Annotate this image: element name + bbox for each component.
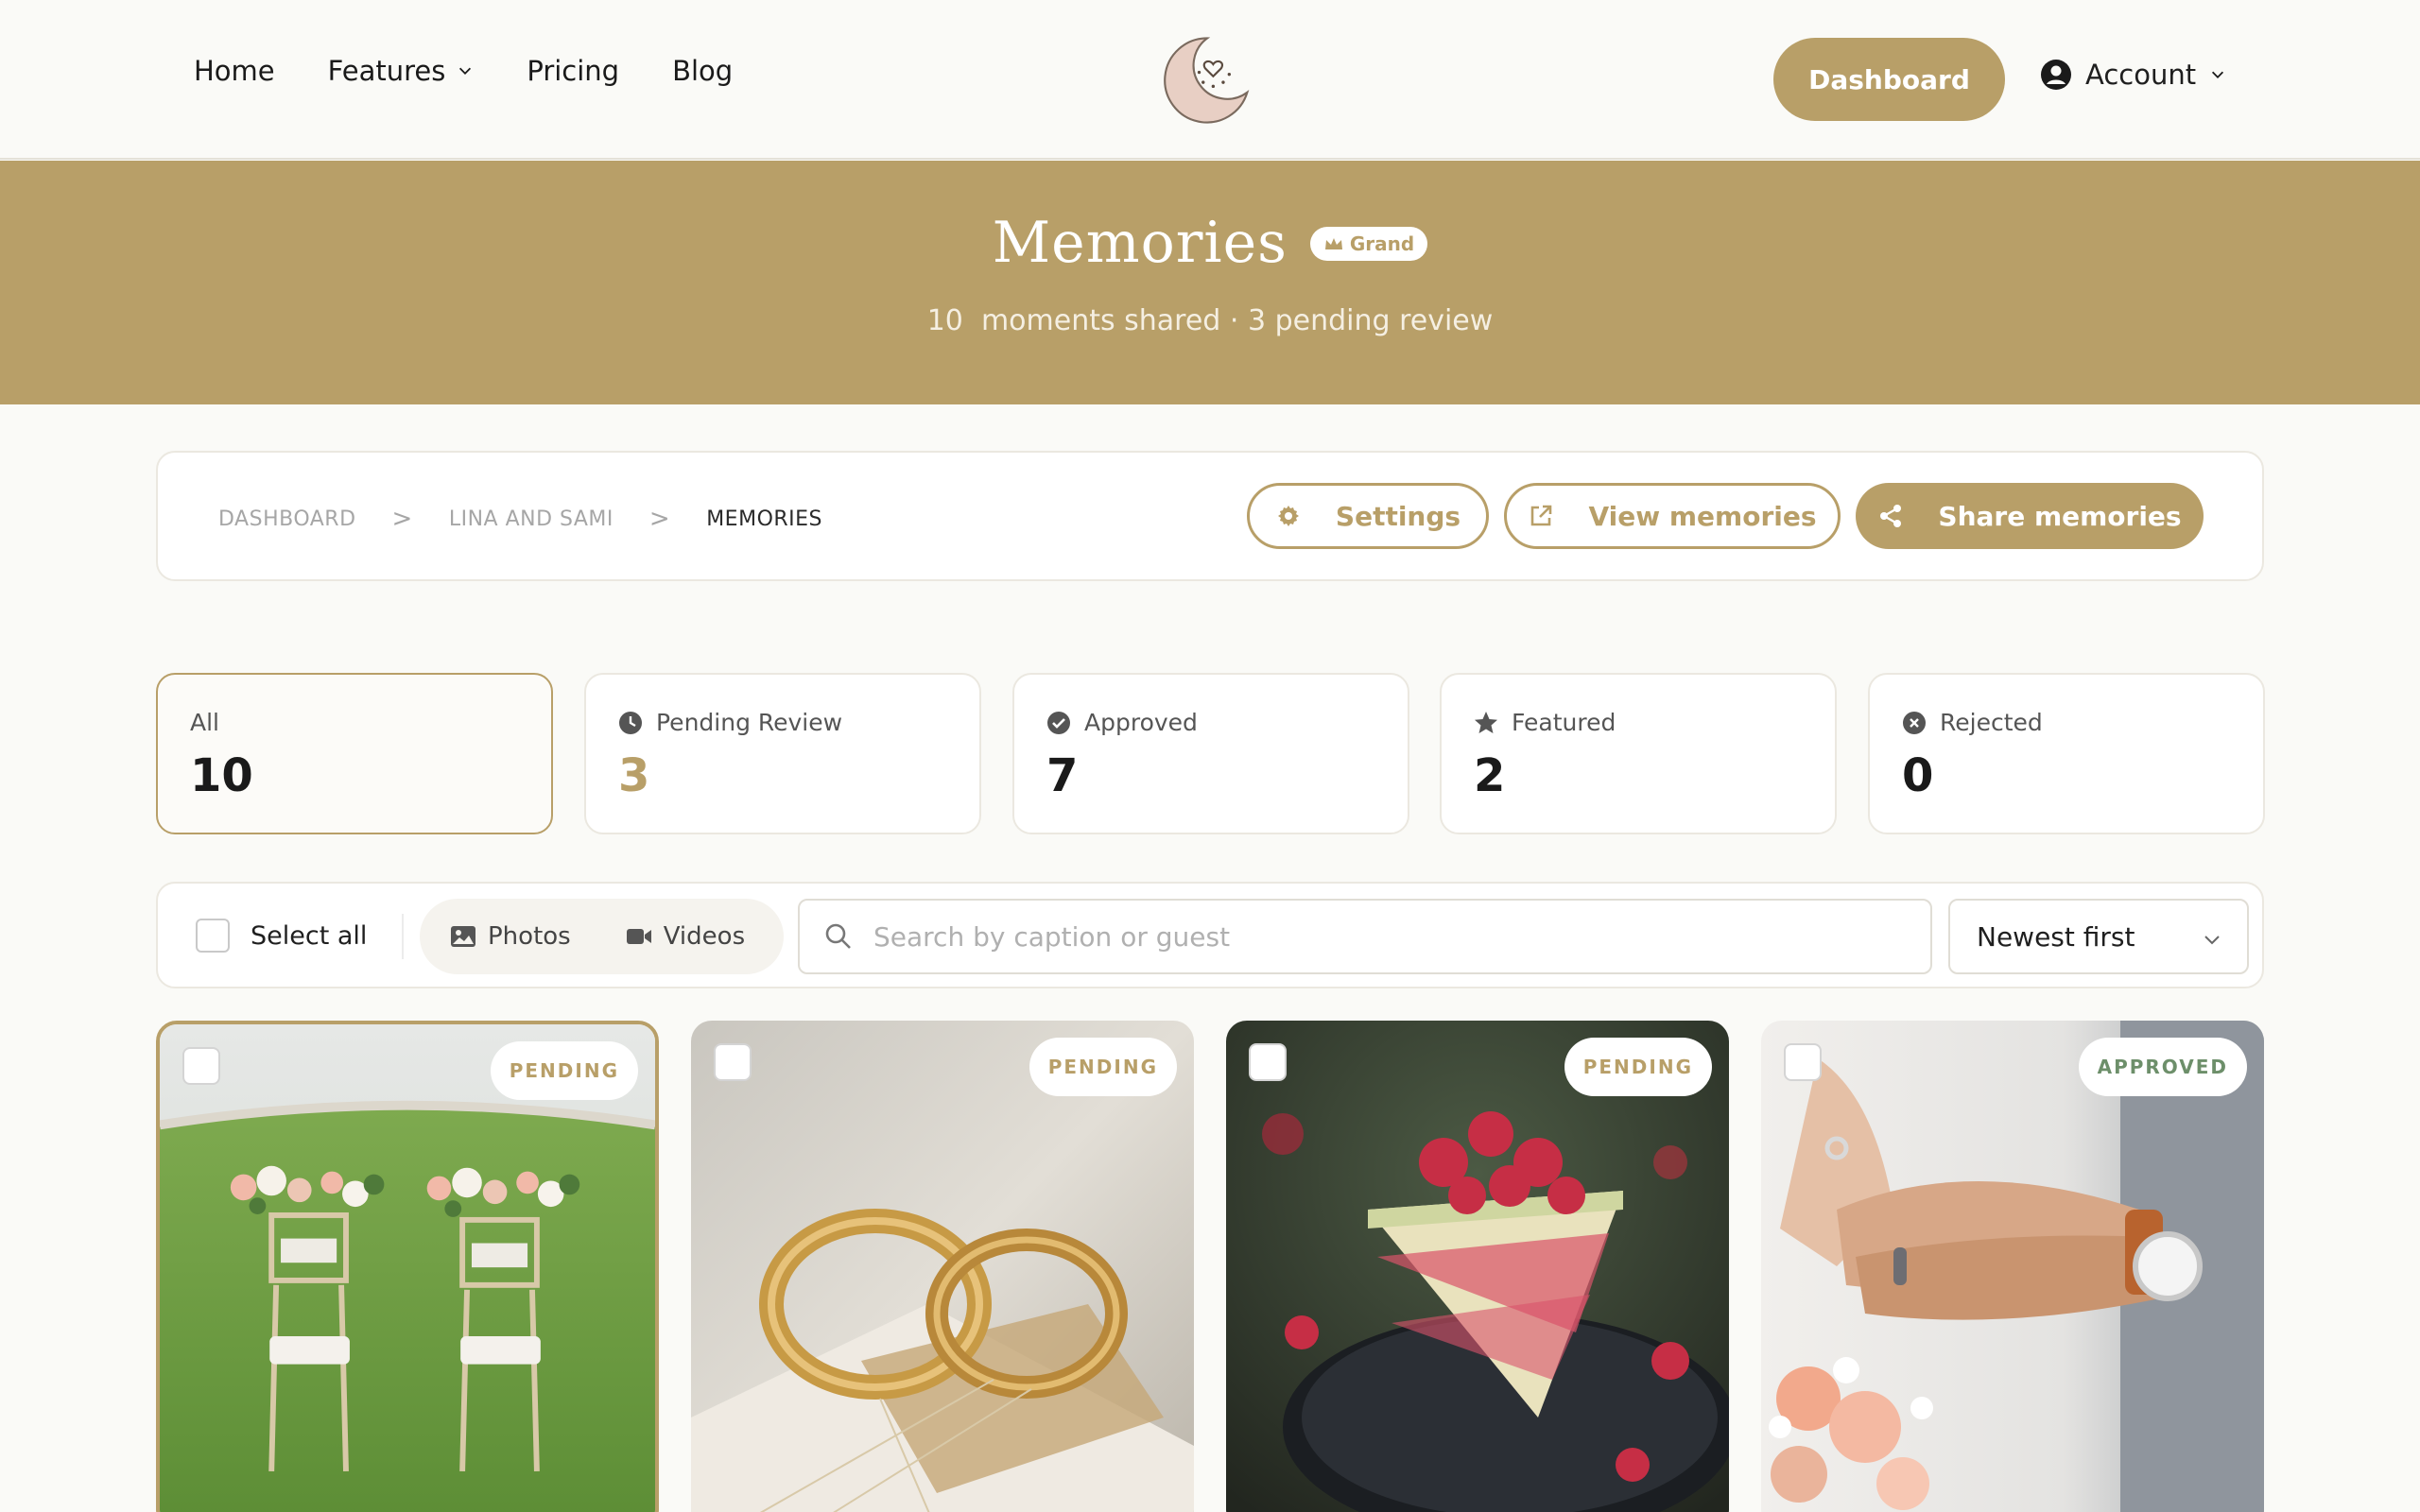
breadcrumb-separator: >: [648, 505, 671, 533]
filter-toolbar: Select all Photos Videos Newest first: [156, 882, 2264, 988]
chevron-down-icon: [459, 67, 472, 75]
filter-videos-label: Videos: [663, 922, 746, 951]
stat-label: Approved: [1084, 709, 1198, 736]
card-select-checkbox[interactable]: [1784, 1043, 1822, 1081]
stat-card-featured[interactable]: Featured 2: [1440, 673, 1837, 834]
stat-label-row: Rejected: [1902, 709, 2263, 736]
tier-badge: Grand: [1309, 227, 1428, 261]
share-memories-button[interactable]: Share memories: [1856, 483, 2204, 549]
breadcrumb-event[interactable]: LINA AND SAMI: [449, 507, 614, 531]
nav-pricing-link[interactable]: Pricing: [527, 55, 619, 87]
stat-label-row: Approved: [1046, 709, 1408, 736]
card-select-checkbox[interactable]: [1249, 1043, 1287, 1081]
nav-features-label: Features: [327, 55, 446, 87]
stat-value: 7: [1046, 749, 1079, 802]
stat-card-all[interactable]: All 10: [156, 673, 553, 834]
card-select-checkbox[interactable]: [714, 1043, 752, 1081]
chevron-down-icon: [2212, 71, 2224, 78]
share-icon: [1880, 505, 1902, 527]
clock-icon: [619, 711, 642, 734]
hero-title-row: Memories Grand: [0, 210, 2420, 276]
status-badge: PENDING: [1028, 1038, 1177, 1096]
breadcrumb-dashboard[interactable]: DASHBOARD: [218, 507, 356, 531]
moon-heart-logo-icon[interactable]: [1157, 30, 1257, 130]
top-navbar: Home Features Pricing Blog Dashboard Acc…: [0, 0, 2420, 160]
filter-photos[interactable]: Photos: [450, 922, 571, 951]
check-circle-icon: [1047, 711, 1070, 734]
breadcrumb-current: MEMORIES: [706, 507, 823, 531]
stat-card-rejected[interactable]: Rejected 0: [1868, 673, 2265, 834]
stat-label-row: Pending Review: [618, 709, 979, 736]
stat-label: Pending Review: [656, 709, 843, 736]
account-menu[interactable]: Account: [2040, 59, 2226, 91]
media-type-filter: Photos Videos: [420, 899, 784, 974]
hero-subtitle: 10 moments shared · 3 pending review: [926, 304, 1494, 337]
breadcrumb-card: DASHBOARD > LINA AND SAMI > MEMORIES Set…: [156, 451, 2264, 581]
x-circle-icon: [1903, 711, 1926, 734]
stat-label: Featured: [1512, 709, 1616, 736]
nav-blog-link[interactable]: Blog: [672, 55, 733, 87]
breadcrumb: DASHBOARD > LINA AND SAMI > MEMORIES: [218, 505, 822, 533]
nav-links: Home Features Pricing Blog: [194, 55, 786, 87]
memory-card[interactable]: PENDING: [156, 1021, 659, 1512]
breadcrumb-separator: >: [391, 505, 413, 533]
search-icon: [825, 923, 851, 949]
sort-select[interactable]: Newest first: [1948, 899, 2249, 974]
stat-label: All: [190, 709, 219, 736]
select-all-checkbox[interactable]: [196, 919, 230, 953]
star-icon: [1475, 711, 1497, 733]
filter-videos[interactable]: Videos: [626, 922, 745, 951]
memory-card[interactable]: PENDING: [1226, 1021, 1729, 1512]
filter-photos-label: Photos: [488, 922, 571, 951]
sort-select-value: Newest first: [1977, 920, 2135, 953]
settings-button-label: Settings: [1335, 500, 1461, 532]
card-select-checkbox[interactable]: [182, 1047, 220, 1085]
dashboard-button[interactable]: Dashboard: [1773, 38, 2005, 121]
search-input[interactable]: [873, 920, 1913, 953]
stat-value: 0: [1902, 749, 1934, 802]
status-badge: PENDING: [1564, 1038, 1712, 1096]
stat-card-pending[interactable]: Pending Review 3: [584, 673, 981, 834]
toolbar-divider: [402, 914, 404, 959]
image-icon: [451, 926, 475, 947]
external-link-icon: [1531, 505, 1552, 526]
select-all-label: Select all: [251, 920, 368, 951]
view-memories-button[interactable]: View memories: [1504, 483, 1841, 549]
page-title: Memories: [992, 210, 1288, 276]
page-hero: Memories Grand 10 moments shared · 3 pen…: [0, 161, 2420, 404]
stat-label: Rejected: [1940, 709, 2043, 736]
share-memories-label: Share memories: [1938, 500, 2182, 532]
memory-card[interactable]: PENDING: [691, 1021, 1194, 1512]
video-camera-icon: [626, 929, 651, 944]
status-badge: PENDING: [490, 1041, 638, 1100]
search-box: [798, 899, 1932, 974]
stat-value: 10: [190, 749, 253, 802]
user-avatar-icon: [2041, 60, 2071, 90]
status-badge: APPROVED: [2078, 1038, 2247, 1096]
crown-icon: [1324, 238, 1342, 249]
view-memories-label: View memories: [1588, 500, 1817, 532]
tier-badge-label: Grand: [1349, 232, 1415, 255]
select-all-control[interactable]: Select all: [196, 919, 367, 953]
stat-label-row: Featured: [1474, 709, 1835, 736]
nav-features-menu[interactable]: Features: [328, 55, 475, 87]
account-label: Account: [2085, 59, 2197, 91]
chevron-down-icon: [2204, 936, 2220, 945]
nav-home-link[interactable]: Home: [194, 55, 275, 87]
stat-card-approved[interactable]: Approved 7: [1012, 673, 1409, 834]
memory-card[interactable]: APPROVED: [1761, 1021, 2264, 1512]
gear-icon: [1277, 506, 1299, 526]
settings-button[interactable]: Settings: [1247, 483, 1489, 549]
stat-value: 3: [618, 749, 650, 802]
stat-value: 2: [1474, 749, 1506, 802]
